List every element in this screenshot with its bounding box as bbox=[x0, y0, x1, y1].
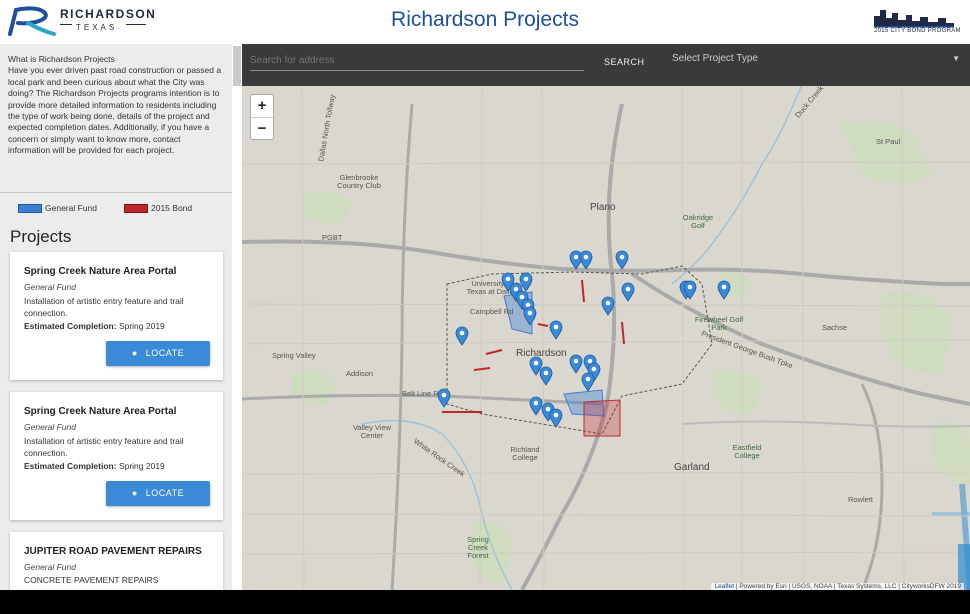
completion-label: Estimated Completion: bbox=[24, 461, 117, 471]
map-marker-icon[interactable] bbox=[615, 250, 629, 270]
map-marker-icon[interactable] bbox=[523, 306, 537, 326]
locate-button-label: LOCATE bbox=[145, 348, 185, 358]
map-marker-icon[interactable] bbox=[455, 326, 469, 346]
legend-label: 2015 Bond bbox=[151, 203, 193, 213]
about-section: What is Richardson Projects Have you eve… bbox=[8, 54, 224, 157]
map-label-sachse: Sachse bbox=[822, 323, 848, 332]
project-card[interactable]: JUPITER ROAD PAVEMENT REPAIRS General Fu… bbox=[10, 532, 223, 590]
project-type-select-label: Select Project Type bbox=[672, 53, 758, 64]
app-root: RICHARDSON TEXAS Richardson Projects 201… bbox=[0, 0, 970, 590]
sidebar-scrollbar[interactable] bbox=[233, 46, 241, 86]
completion-value: Spring 2019 bbox=[118, 461, 165, 471]
map-label-spring-valley: Spring Valley bbox=[272, 351, 316, 360]
map-label-glenbrooke: Glenbrooke Country Club bbox=[337, 173, 381, 190]
map-label-eastfield: Eastfield College bbox=[732, 443, 762, 460]
zoom-control: + − bbox=[250, 94, 274, 140]
map-marker-icon[interactable] bbox=[579, 250, 593, 270]
map-pin-icon: ● bbox=[131, 348, 138, 358]
project-fund: General Fund bbox=[24, 422, 76, 432]
map-label-campbell: Campbell Rd bbox=[470, 307, 514, 316]
bond-program-logo: 2015 CITY BOND PROGRAM bbox=[872, 6, 961, 38]
map-legend: General Fund 2015 Bond bbox=[0, 192, 232, 219]
map-label-rowlett: Rowlett bbox=[848, 495, 874, 504]
project-fund: General Fund bbox=[24, 282, 76, 292]
about-text: Have you ever driven past road construct… bbox=[8, 65, 222, 156]
map-label-oak-ridge: Oakridge Golf bbox=[682, 213, 714, 230]
map-label-valley-view: Valley View Center bbox=[352, 423, 392, 440]
sidebar: What is Richardson Projects Have you eve… bbox=[0, 44, 232, 590]
map-marker-icon[interactable] bbox=[539, 366, 553, 386]
legend-item-general-fund: General Fund bbox=[18, 203, 97, 214]
map-marker-icon[interactable] bbox=[569, 354, 583, 374]
about-title: What is Richardson Projects bbox=[8, 54, 115, 64]
project-card[interactable]: Spring Creek Nature Area Portal General … bbox=[10, 392, 223, 520]
map-label-spring-creek-forest: Spring Creek Forest bbox=[467, 535, 489, 560]
map-label-st-paul: St Paul bbox=[876, 137, 901, 146]
legend-swatch bbox=[124, 204, 148, 214]
map-pin-icon: ● bbox=[131, 488, 138, 498]
locate-button-label: LOCATE bbox=[145, 488, 185, 498]
skyline-icon bbox=[874, 10, 954, 28]
project-fund: General Fund bbox=[24, 562, 76, 572]
legend-swatch bbox=[18, 204, 42, 214]
page-title: Richardson Projects bbox=[391, 8, 579, 31]
project-completion: Estimated Completion: Spring 2019 bbox=[24, 321, 165, 331]
zoom-out-button[interactable]: − bbox=[251, 118, 273, 140]
map-toolbar: SEARCH Select Project Type ▼ bbox=[242, 44, 970, 86]
project-title: JUPITER ROAD PAVEMENT REPAIRS bbox=[24, 546, 202, 557]
map-label-plano: Plano bbox=[590, 202, 616, 213]
bond-logo-caption: 2015 CITY BOND PROGRAM bbox=[874, 28, 961, 34]
map-marker-icon[interactable] bbox=[549, 320, 563, 340]
zoom-in-button[interactable]: + bbox=[251, 95, 273, 118]
completion-value: Spring 2019 bbox=[118, 321, 165, 331]
map-label-firewheel: Firewheel Golf Park bbox=[694, 315, 744, 332]
map-label-garland: Garland bbox=[674, 462, 710, 473]
map-label-pgbt: PGBT bbox=[322, 233, 343, 242]
locate-button[interactable]: ● LOCATE bbox=[106, 341, 210, 366]
project-description: Installation of artistic entry feature a… bbox=[24, 296, 184, 318]
search-button[interactable]: SEARCH bbox=[604, 57, 645, 67]
map-view[interactable]: Plano Richardson Garland Addison Rowlett… bbox=[242, 44, 970, 590]
project-title: Spring Creek Nature Area Portal bbox=[24, 266, 177, 277]
caret-down-icon: ▼ bbox=[952, 54, 960, 63]
locate-button[interactable]: ● LOCATE bbox=[106, 481, 210, 506]
page-header: RICHARDSON TEXAS Richardson Projects 201… bbox=[0, 0, 970, 43]
address-search-input[interactable] bbox=[250, 50, 584, 71]
map-marker-icon[interactable] bbox=[683, 280, 697, 300]
project-description: Installation of artistic entry feature a… bbox=[24, 436, 184, 458]
attribution-text: | Powered by Esri | USGS, NOAA | Texas S… bbox=[734, 583, 961, 590]
attribution-link[interactable]: Leaflet bbox=[714, 583, 734, 590]
map-marker-icon[interactable] bbox=[717, 280, 731, 300]
map-marker-icon[interactable] bbox=[581, 372, 595, 392]
bottom-strip bbox=[0, 590, 970, 614]
map-label-addison: Addison bbox=[346, 369, 374, 378]
project-type-select[interactable]: Select Project Type ▼ bbox=[672, 53, 960, 64]
map-marker-icon[interactable] bbox=[621, 282, 635, 302]
map-attribution: Leaflet | Powered by Esri | USGS, NOAA |… bbox=[711, 583, 964, 590]
project-completion: Estimated Completion: Spring 2019 bbox=[24, 461, 165, 471]
map-marker-icon[interactable] bbox=[549, 408, 563, 428]
projects-heading: Projects bbox=[10, 227, 72, 246]
legend-item-2015-bond: 2015 Bond bbox=[124, 203, 193, 214]
map-marker-icon[interactable] bbox=[601, 296, 615, 316]
map-label-richland: Richland College bbox=[510, 445, 540, 462]
project-card[interactable]: Spring Creek Nature Area Portal General … bbox=[10, 252, 223, 380]
legend-label: General Fund bbox=[45, 203, 97, 213]
project-description: CONCRETE PAVEMENT REPAIRS bbox=[24, 575, 159, 585]
basemap bbox=[242, 83, 970, 590]
project-title: Spring Creek Nature Area Portal bbox=[24, 406, 177, 417]
map-marker-icon[interactable] bbox=[437, 388, 451, 408]
completion-label: Estimated Completion: bbox=[24, 321, 117, 331]
